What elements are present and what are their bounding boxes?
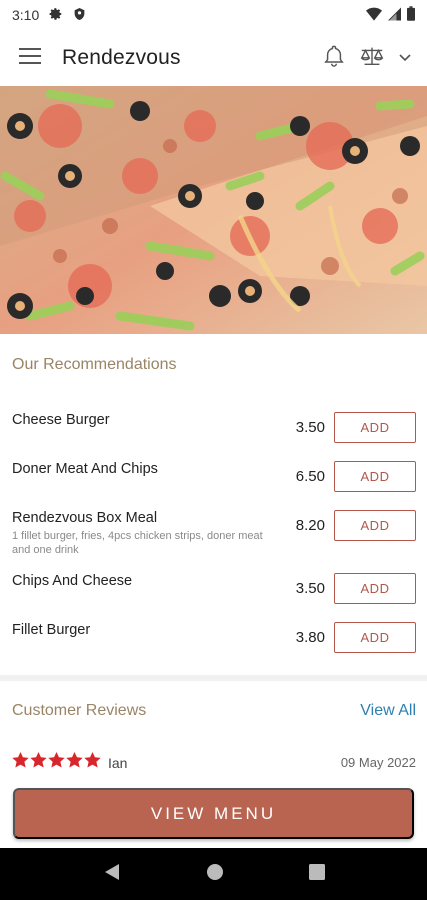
item-name: Cheese Burger <box>12 412 110 428</box>
item-price: 3.50 <box>295 580 325 597</box>
item-name: Fillet Burger <box>12 622 91 638</box>
chevron-down-icon[interactable] <box>399 49 411 67</box>
item-price: 6.50 <box>295 468 325 485</box>
review-date: 09 May 2022 <box>340 755 416 770</box>
app-title: Rendezvous <box>62 46 181 69</box>
star-icon <box>30 752 47 768</box>
back-icon[interactable] <box>103 863 121 886</box>
item-price: 3.50 <box>295 419 325 436</box>
section-divider <box>0 675 427 681</box>
item-name: Doner Meat And Chips <box>12 461 158 477</box>
wifi-icon <box>366 7 382 24</box>
reviewer-name: Ian <box>108 755 128 771</box>
status-bar: 3:10 <box>0 0 427 30</box>
add-button[interactable]: ADD <box>334 622 416 653</box>
bell-icon[interactable] <box>323 44 345 73</box>
scale-icon[interactable] <box>359 46 385 71</box>
home-icon[interactable] <box>206 863 224 886</box>
star-icon <box>48 752 65 768</box>
star-icon <box>12 752 29 768</box>
item-description: 1 fillet burger, fries, 4pcs chicken str… <box>12 530 263 556</box>
recents-icon[interactable] <box>308 863 325 885</box>
battery-icon <box>407 6 415 24</box>
hero-image <box>0 86 427 334</box>
status-time: 3:10 <box>12 7 40 23</box>
menu-button[interactable] <box>16 44 44 72</box>
add-button[interactable]: ADD <box>334 573 416 604</box>
item-name: Chips And Cheese <box>12 573 133 589</box>
menu-icon <box>19 47 41 70</box>
rating-stars <box>12 752 101 768</box>
app-bar: Rendezvous <box>0 30 427 86</box>
view-menu-button[interactable]: VIEW MENU <box>13 788 414 839</box>
star-icon <box>66 752 83 768</box>
add-button[interactable]: ADD <box>334 461 416 492</box>
signal-icon <box>388 7 401 24</box>
item-price: 8.20 <box>295 517 325 534</box>
star-icon <box>84 752 101 768</box>
shield-icon <box>73 7 86 24</box>
settings-icon <box>49 7 63 24</box>
add-button[interactable]: ADD <box>334 412 416 443</box>
view-all-link[interactable]: View All <box>360 702 416 720</box>
review-row: Ian 09 May 2022 <box>0 752 427 774</box>
system-nav-bar <box>0 848 427 900</box>
reviews-title: Customer Reviews <box>12 702 147 719</box>
item-price: 3.80 <box>295 629 325 646</box>
item-name: Rendezvous Box Meal <box>12 510 158 526</box>
recommendations-title: Our Recommendations <box>12 356 177 373</box>
add-button[interactable]: ADD <box>334 510 416 541</box>
